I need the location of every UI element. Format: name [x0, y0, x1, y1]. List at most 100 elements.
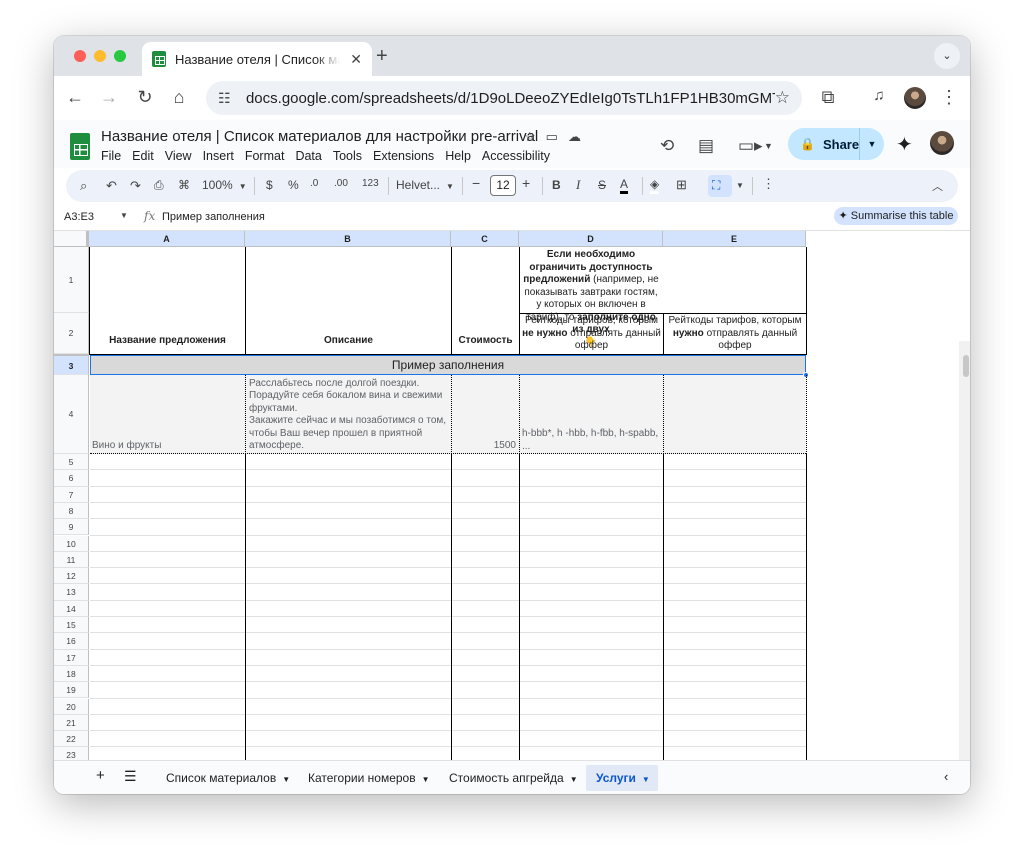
font-family-select[interactable]: Helvet... ▼ [396, 178, 454, 192]
column-header-c[interactable]: C [451, 231, 519, 247]
name-box-chevron-icon[interactable]: ▼ [120, 211, 128, 220]
close-tab-icon[interactable]: ✕ [350, 51, 362, 68]
row-header-6[interactable]: 6 [54, 470, 89, 487]
sheet-tab-upgrade-cost[interactable]: Стоимость апгрейда ▼ [449, 771, 578, 785]
cloud-status-icon[interactable]: ☁ [568, 129, 591, 144]
vertical-scrollbar-thumb[interactable] [963, 355, 969, 377]
row-header-13[interactable]: 13 [54, 584, 89, 601]
bold-button[interactable]: B [552, 178, 561, 192]
format-currency-button[interactable]: $ [266, 178, 273, 192]
sheet-tab-materials[interactable]: Список материалов ▼ [166, 771, 290, 785]
menu-edit[interactable]: Edit [132, 149, 154, 163]
row-header-8[interactable]: 8 [54, 502, 89, 520]
name-box[interactable]: A3:E3 [64, 211, 94, 223]
row-header-1[interactable]: 1 [54, 247, 89, 313]
meet-video-icon[interactable]: ▭▸ [738, 136, 763, 156]
row-header-10[interactable]: 10 [54, 535, 89, 552]
undo-icon[interactable]: ↶ [106, 178, 117, 194]
menu-format[interactable]: Format [245, 149, 285, 163]
row-header-20[interactable]: 20 [54, 698, 89, 715]
vertical-scrollbar[interactable] [959, 341, 970, 760]
bookmark-star-icon[interactable]: ☆ [775, 88, 790, 108]
meet-chevron-icon[interactable]: ▼ [764, 141, 773, 151]
increase-font-size-button[interactable]: + [522, 175, 530, 191]
star-icon[interactable]: ☆ [524, 129, 546, 144]
browser-menu-kebab-icon[interactable]: ⋮ [938, 87, 960, 108]
row-header-15[interactable]: 15 [54, 617, 89, 634]
more-options-kebab-icon[interactable]: ⋮ [762, 176, 775, 192]
row-header-16[interactable]: 16 [54, 633, 89, 650]
borders-icon[interactable]: ⊞ [676, 177, 687, 193]
increase-decimal-button[interactable]: .00 [334, 178, 348, 189]
more-formats-button[interactable]: 123 [362, 178, 379, 189]
row-header-4[interactable]: 4 [54, 375, 89, 454]
row-header-3[interactable]: 3 [54, 354, 89, 375]
row-header-21[interactable]: 21 [54, 714, 89, 732]
cell-a4[interactable]: Вино и фрукты [92, 440, 242, 451]
cell-a1-header[interactable]: Название предложения [90, 335, 245, 346]
print-icon[interactable]: ⎙ [154, 178, 164, 193]
format-percent-button[interactable]: % [288, 178, 299, 192]
decrease-font-size-button[interactable]: − [472, 175, 480, 191]
row-header-23[interactable]: 23 [54, 747, 89, 760]
row-header-18[interactable]: 18 [54, 665, 89, 683]
gemini-sparkle-icon[interactable]: ✦ [896, 132, 913, 157]
menu-file[interactable]: File [101, 149, 121, 163]
share-button[interactable]: 🔒 Share ▼ [788, 128, 884, 160]
merged-cell-a3-e3[interactable]: Пример заполнения [90, 355, 806, 375]
italic-button[interactable]: I [576, 177, 580, 193]
site-info-icon[interactable]: ☷ [218, 90, 234, 107]
home-icon[interactable]: ⌂ [168, 87, 190, 108]
reload-icon[interactable]: ↻ [134, 87, 156, 108]
cell-b4[interactable]: Расслабьтесь после долгой поездки. Порад… [249, 378, 449, 452]
column-header-b[interactable]: B [245, 231, 451, 247]
select-all-corner[interactable] [54, 231, 89, 247]
cell-b1-header[interactable]: Описание [246, 335, 451, 346]
menu-extensions[interactable]: Extensions [373, 149, 434, 163]
row-header-2[interactable]: 2 [54, 313, 89, 354]
menu-help[interactable]: Help [445, 149, 471, 163]
row-header-12[interactable]: 12 [54, 568, 89, 585]
media-control-icon[interactable]: ♫ [868, 87, 890, 104]
maximize-window-button[interactable] [114, 50, 126, 62]
new-tab-icon[interactable]: + [376, 45, 388, 68]
summarise-table-button[interactable]: ✦ Summarise this table [834, 207, 958, 225]
paint-format-icon[interactable]: ⌘ [178, 178, 190, 192]
formula-input[interactable]: Пример заполнения [162, 211, 265, 223]
menu-tools[interactable]: Tools [333, 149, 362, 163]
forward-arrow-icon[interactable]: → [98, 87, 120, 108]
close-window-button[interactable] [74, 50, 86, 62]
cell-c4[interactable]: 1500 [452, 440, 516, 451]
row-header-19[interactable]: 19 [54, 682, 89, 699]
row-header-11[interactable]: 11 [54, 551, 89, 569]
sheets-logo-icon[interactable] [70, 133, 90, 160]
row-header-9[interactable]: 9 [54, 519, 89, 536]
menu-data[interactable]: Data [295, 149, 321, 163]
sheet-tab-room-categories[interactable]: Категории номеров ▼ [308, 771, 430, 785]
collapse-toolbar-chevron-icon[interactable]: ︿ [932, 178, 943, 194]
version-history-icon[interactable]: ⟲ [660, 136, 674, 156]
minimize-window-button[interactable] [94, 50, 106, 62]
tab-search-chevron-icon[interactable]: ⌄ [934, 43, 960, 69]
profile-avatar[interactable] [904, 87, 926, 109]
cell-d4[interactable]: h-bbb*, h -hbb, h-fbb, h-spabb, ... [522, 428, 660, 454]
strikethrough-button[interactable]: S [598, 178, 606, 192]
spreadsheet-grid[interactable]: A B C D E 1 2 3 4 5 6 7 8 9 10 11 12 13 … [54, 230, 970, 760]
decrease-decimal-button[interactable]: .0 [310, 178, 318, 189]
fill-color-icon[interactable]: ◈ [650, 178, 660, 194]
menu-accessibility[interactable]: Accessibility [482, 149, 550, 163]
move-folder-icon[interactable]: ▭ [546, 129, 568, 144]
merge-chevron-icon[interactable]: ▼ [736, 181, 744, 190]
column-header-a[interactable]: A [89, 231, 245, 247]
zoom-select[interactable]: 100% ▼ [202, 178, 247, 192]
search-menus-icon[interactable]: ⌕ [80, 178, 87, 194]
sheet-tab-services-active[interactable]: Услуги ▼ [586, 765, 658, 791]
row-header-14[interactable]: 14 [54, 600, 89, 617]
browser-tab-active[interactable]: Название отеля | Список материалов ✕ [142, 42, 372, 76]
redo-icon[interactable]: ↷ [130, 178, 141, 194]
share-dropdown-icon[interactable]: ▼ [860, 139, 884, 149]
all-sheets-menu-icon[interactable]: ☰ [124, 768, 137, 785]
menu-insert[interactable]: Insert [203, 149, 234, 163]
cell-d2[interactable]: Рейткоды тарифов, которым не нужно отпра… [520, 315, 663, 353]
column-header-e[interactable]: E [663, 231, 806, 247]
